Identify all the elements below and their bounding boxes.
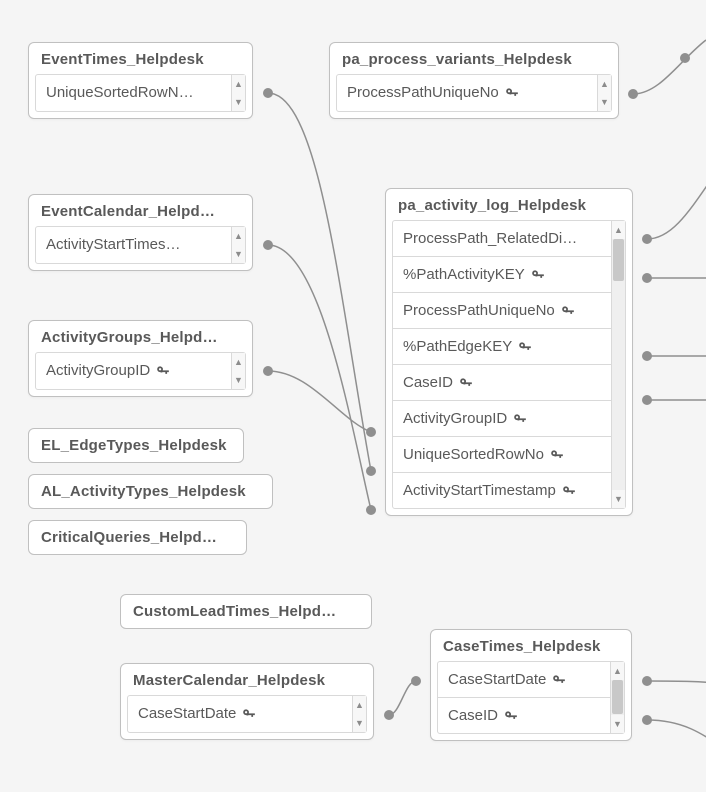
field-label: %PathActivityKEY [403,266,525,283]
field-scrollbar[interactable]: ▲ ▼ [597,75,611,111]
scroll-down-icon[interactable]: ▼ [598,93,611,111]
key-icon [459,376,473,390]
scroll-up-icon[interactable]: ▲ [232,353,245,371]
scroll-down-icon[interactable]: ▼ [232,245,245,263]
field-label: CaseStartDate [138,705,236,722]
table-field[interactable]: CaseStartDate [438,662,610,698]
field-scrollbar[interactable]: ▲ ▼ [611,221,625,508]
table-title: EventTimes_Helpdesk [29,43,252,74]
table-field[interactable]: %PathEdgeKEY [393,329,611,365]
field-label: ProcessPathUniqueNo [403,302,555,319]
table-field[interactable]: UniqueSortedRowN… [36,75,231,110]
field-scrollbar[interactable]: ▲ ▼ [231,353,245,389]
key-icon [561,304,575,318]
table-field[interactable]: ActivityStartTimestamp [393,473,611,508]
table-case-times[interactable]: CaseTimes_Helpdesk CaseStartDate CaseID ▲… [430,629,632,741]
table-event-calendar[interactable]: EventCalendar_Helpd… ActivityStartTimes…… [28,194,253,271]
field-scrollbar[interactable]: ▲ ▼ [231,75,245,111]
scroll-down-icon[interactable]: ▼ [611,715,624,733]
table-custom-lead-times[interactable]: CustomLeadTimes_Helpd… [120,594,372,629]
table-field[interactable]: ProcessPathUniqueNo [393,293,611,329]
field-label: CaseID [448,707,498,724]
field-label: ProcessPath_RelatedDi… [403,230,577,247]
field-label: ProcessPathUniqueNo [347,84,499,101]
field-list: CaseStartDate ▲ ▼ [127,695,367,733]
key-icon [552,673,566,687]
table-title: pa_process_variants_Helpdesk [330,43,618,74]
key-icon [242,707,256,721]
scroll-up-icon[interactable]: ▲ [232,227,245,245]
table-field[interactable]: ProcessPathUniqueNo [337,75,597,110]
table-field[interactable]: %PathActivityKEY [393,257,611,293]
scroll-up-icon[interactable]: ▲ [232,75,245,93]
scroll-up-icon[interactable]: ▲ [353,696,366,714]
table-process-variants[interactable]: pa_process_variants_Helpdesk ProcessPath… [329,42,619,119]
table-title: MasterCalendar_Helpdesk [121,664,373,695]
scroll-up-icon[interactable]: ▲ [598,75,611,93]
field-label: CaseID [403,374,453,391]
table-edge-types[interactable]: EL_EdgeTypes_Helpdesk [28,428,244,463]
key-icon [504,709,518,723]
field-scrollbar[interactable]: ▲ ▼ [610,662,624,733]
field-label: ActivityStartTimestamp [403,482,556,499]
field-label: %PathEdgeKEY [403,338,512,355]
field-list: UniqueSortedRowN… ▲ ▼ [35,74,246,112]
key-icon [505,86,519,100]
key-icon [531,268,545,282]
scroll-down-icon[interactable]: ▼ [612,490,625,508]
key-icon [562,484,576,498]
table-field[interactable]: CaseStartDate [128,696,352,731]
table-field[interactable]: ActivityGroupID [36,353,231,388]
table-field[interactable]: CaseID [393,365,611,401]
table-field[interactable]: CaseID [438,698,610,733]
field-label: CaseStartDate [448,671,546,688]
table-field[interactable]: ActivityGroupID [393,401,611,437]
field-label: ActivityGroupID [46,362,150,379]
field-list: CaseStartDate CaseID ▲ ▼ [437,661,625,734]
table-title: pa_activity_log_Helpdesk [386,189,632,220]
key-icon [156,364,170,378]
model-canvas[interactable]: EventTimes_Helpdesk UniqueSortedRowN… ▲ … [0,0,706,792]
table-title: EventCalendar_Helpd… [29,195,252,226]
field-label: UniqueSortedRowN… [46,84,194,101]
field-list: ProcessPathUniqueNo ▲ ▼ [336,74,612,112]
table-master-calendar[interactable]: MasterCalendar_Helpdesk CaseStartDate ▲ … [120,663,374,740]
scroll-down-icon[interactable]: ▼ [232,371,245,389]
field-label: ActivityGroupID [403,410,507,427]
table-activity-types[interactable]: AL_ActivityTypes_Helpdesk [28,474,273,509]
table-activity-groups[interactable]: ActivityGroups_Helpd… ActivityGroupID ▲ … [28,320,253,397]
table-activity-log[interactable]: pa_activity_log_Helpdesk ProcessPath_Rel… [385,188,633,516]
scroll-down-icon[interactable]: ▼ [353,714,366,732]
field-label: ActivityStartTimes… [46,236,180,253]
table-event-times[interactable]: EventTimes_Helpdesk UniqueSortedRowN… ▲ … [28,42,253,119]
scroll-up-icon[interactable]: ▲ [611,662,624,680]
scroll-up-icon[interactable]: ▲ [612,221,625,239]
table-title: ActivityGroups_Helpd… [29,321,252,352]
key-icon [513,412,527,426]
field-scrollbar[interactable]: ▲ ▼ [231,227,245,263]
field-list: ActivityGroupID ▲ ▼ [35,352,246,390]
field-list: ActivityStartTimes… ▲ ▼ [35,226,246,264]
field-scrollbar[interactable]: ▲ ▼ [352,696,366,732]
field-label: UniqueSortedRowNo [403,446,544,463]
field-list: ProcessPath_RelatedDi… %PathActivityKEY Pr… [392,220,626,509]
table-critical-queries[interactable]: CriticalQueries_Helpd… [28,520,247,555]
key-icon [550,448,564,462]
key-icon [518,340,532,354]
table-field[interactable]: ProcessPath_RelatedDi… [393,221,611,257]
table-field[interactable]: UniqueSortedRowNo [393,437,611,473]
table-field[interactable]: ActivityStartTimes… [36,227,231,262]
scroll-down-icon[interactable]: ▼ [232,93,245,111]
table-title: CaseTimes_Helpdesk [431,630,631,661]
